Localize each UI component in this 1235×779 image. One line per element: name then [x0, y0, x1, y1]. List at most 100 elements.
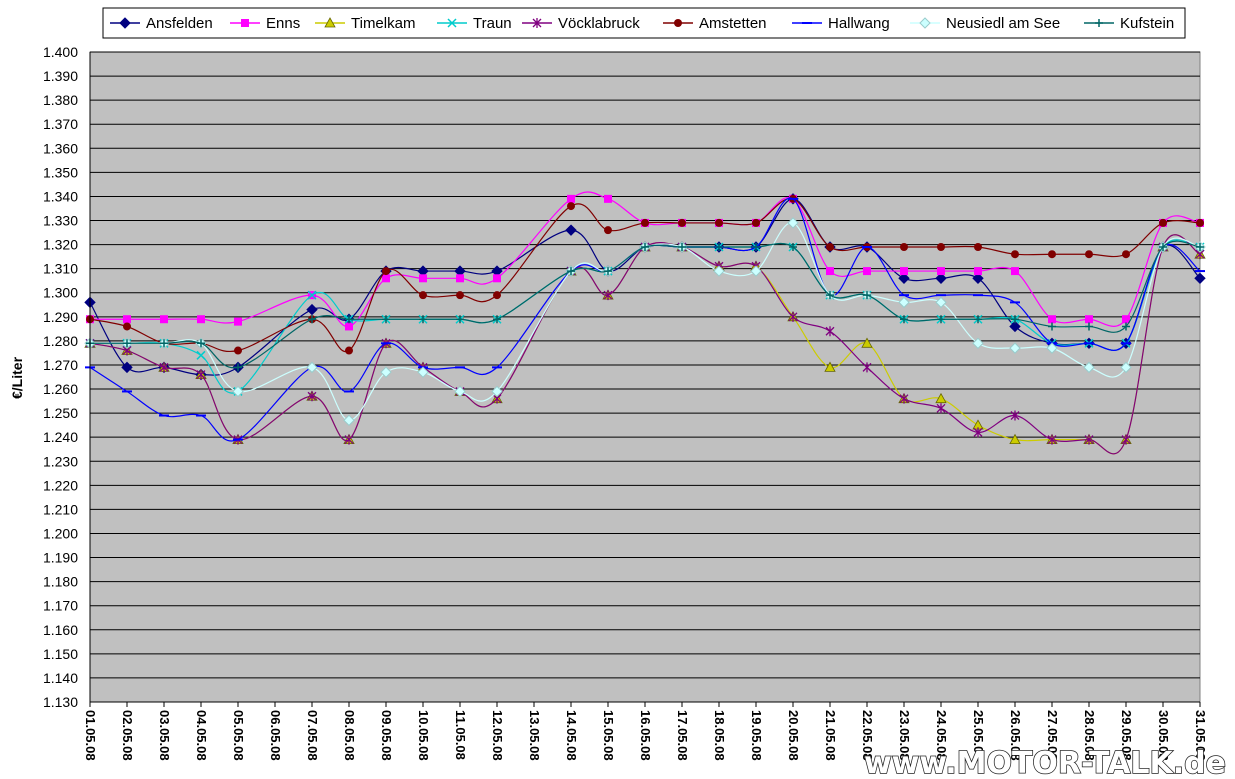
data-point — [567, 194, 575, 203]
data-point — [345, 346, 353, 355]
data-point — [826, 267, 834, 276]
data-point — [937, 267, 945, 276]
x-tick-label: 12.05.08 — [490, 710, 505, 761]
x-tick-label: 19.05.08 — [749, 710, 764, 761]
x-tick-label: 13.05.08 — [527, 710, 542, 761]
x-tick-label: 11.05.08 — [453, 710, 468, 760]
data-point — [1048, 250, 1056, 259]
data-point — [826, 243, 834, 251]
y-tick-label: 1.290 — [43, 309, 78, 325]
data-point — [382, 274, 390, 283]
x-tick-label: 02.05.08 — [120, 710, 135, 761]
x-tick-label: 16.05.08 — [638, 710, 653, 761]
legend-entry-label: Vöcklabruck — [558, 15, 640, 32]
legend-entry-label: Kufstein — [1120, 15, 1174, 32]
y-tick-label: 1.330 — [43, 213, 78, 229]
legend-swatch-marker — [241, 19, 249, 27]
data-point — [752, 218, 760, 227]
legend-entry-label: Traun — [473, 15, 512, 32]
y-tick-label: 1.280 — [43, 333, 78, 349]
y-tick-label: 1.230 — [43, 453, 78, 469]
data-point — [1159, 218, 1167, 227]
legend-entry-label: Hallwang — [828, 15, 890, 32]
legend-entry-label: Ansfelden — [146, 15, 213, 32]
legend-swatch-marker — [674, 19, 682, 27]
y-tick-label: 1.250 — [43, 405, 78, 421]
x-tick-label: 03.05.08 — [157, 710, 172, 761]
data-point — [604, 226, 612, 235]
data-point — [974, 243, 982, 251]
data-point — [1122, 250, 1130, 259]
data-point — [234, 346, 242, 355]
y-tick-label: 1.320 — [43, 237, 78, 253]
data-point — [937, 243, 945, 251]
y-tick-label: 1.380 — [43, 92, 78, 108]
data-point — [493, 274, 501, 283]
data-point — [197, 315, 205, 324]
y-tick-labels: 1.130 1.140 1.150 1.160 1.170 1.180 1.190 1.200… — [43, 44, 78, 710]
data-point — [678, 218, 686, 227]
y-tick-label: 1.400 — [43, 44, 78, 60]
x-tick-label: 07.05.08 — [305, 710, 320, 761]
y-tick-label: 1.200 — [43, 525, 78, 541]
y-tick-label: 1.340 — [43, 188, 78, 204]
data-point — [382, 267, 390, 276]
x-tick-label: 17.05.08 — [675, 710, 690, 761]
data-point — [419, 274, 427, 283]
data-point — [123, 322, 131, 331]
watermark-logo: www.MOTOR-TALK.de — [864, 746, 1226, 779]
legend: Ansfelden Enns Timelkam Traun Vöcklabruck Ams… — [102, 7, 1186, 39]
legend-entry-label: Amstetten — [699, 15, 767, 32]
data-point — [456, 291, 464, 300]
y-tick-label: 1.310 — [43, 261, 78, 277]
x-tick-label: 04.05.08 — [194, 710, 209, 761]
data-point — [1085, 250, 1093, 259]
data-point — [974, 267, 982, 276]
x-tick-label: 15.05.08 — [601, 710, 616, 761]
data-point — [493, 291, 501, 300]
data-point — [419, 291, 427, 300]
y-tick-label: 1.170 — [43, 598, 78, 614]
x-tick-label: 01.05.08 — [83, 710, 98, 761]
data-point — [641, 218, 649, 227]
y-tick-label: 1.240 — [43, 429, 78, 445]
y-axis-label: €/Liter — [9, 356, 25, 399]
x-tick-label: 10.05.08 — [416, 710, 431, 761]
plot-background — [89, 51, 1201, 703]
data-point — [160, 315, 168, 324]
x-tick-label: 09.05.08 — [379, 710, 394, 761]
x-tick-label: 18.05.08 — [712, 710, 727, 761]
data-point — [900, 243, 908, 251]
y-tick-label: 1.300 — [43, 285, 78, 301]
x-tick-label: 08.05.08 — [342, 710, 357, 761]
y-tick-label: 1.180 — [43, 574, 78, 590]
data-point — [1085, 315, 1093, 324]
plot-area — [89, 51, 1201, 703]
x-tick-label: 05.05.08 — [231, 710, 246, 761]
y-tick-label: 1.130 — [43, 694, 78, 710]
data-point — [715, 218, 723, 227]
y-tick-label: 1.350 — [43, 164, 78, 180]
data-point — [900, 267, 908, 276]
y-tick-label: 1.390 — [43, 68, 78, 84]
data-point — [123, 315, 131, 324]
data-point — [1048, 315, 1056, 324]
legend-entry-label: Timelkam — [351, 15, 415, 32]
legend-entry-label: Neusiedl am See — [946, 15, 1060, 32]
x-tick-label: 06.05.08 — [268, 710, 283, 761]
y-tick-label: 1.360 — [43, 140, 78, 156]
data-point — [456, 274, 464, 283]
data-point — [1011, 250, 1019, 259]
y-tick-label: 1.140 — [43, 670, 78, 686]
y-tick-label: 1.160 — [43, 622, 78, 638]
y-tick-label: 1.150 — [43, 646, 78, 662]
y-tick-label: 1.260 — [43, 381, 78, 397]
y-tick-label: 1.370 — [43, 116, 78, 132]
x-tick-label: 20.05.08 — [786, 710, 801, 761]
legend-entry-label: Enns — [266, 15, 300, 32]
x-tick-label: 21.05.08 — [823, 710, 838, 761]
y-tick-label: 1.210 — [43, 501, 78, 517]
data-point — [604, 194, 612, 203]
data-point — [863, 267, 871, 276]
y-tick-label: 1.270 — [43, 357, 78, 373]
